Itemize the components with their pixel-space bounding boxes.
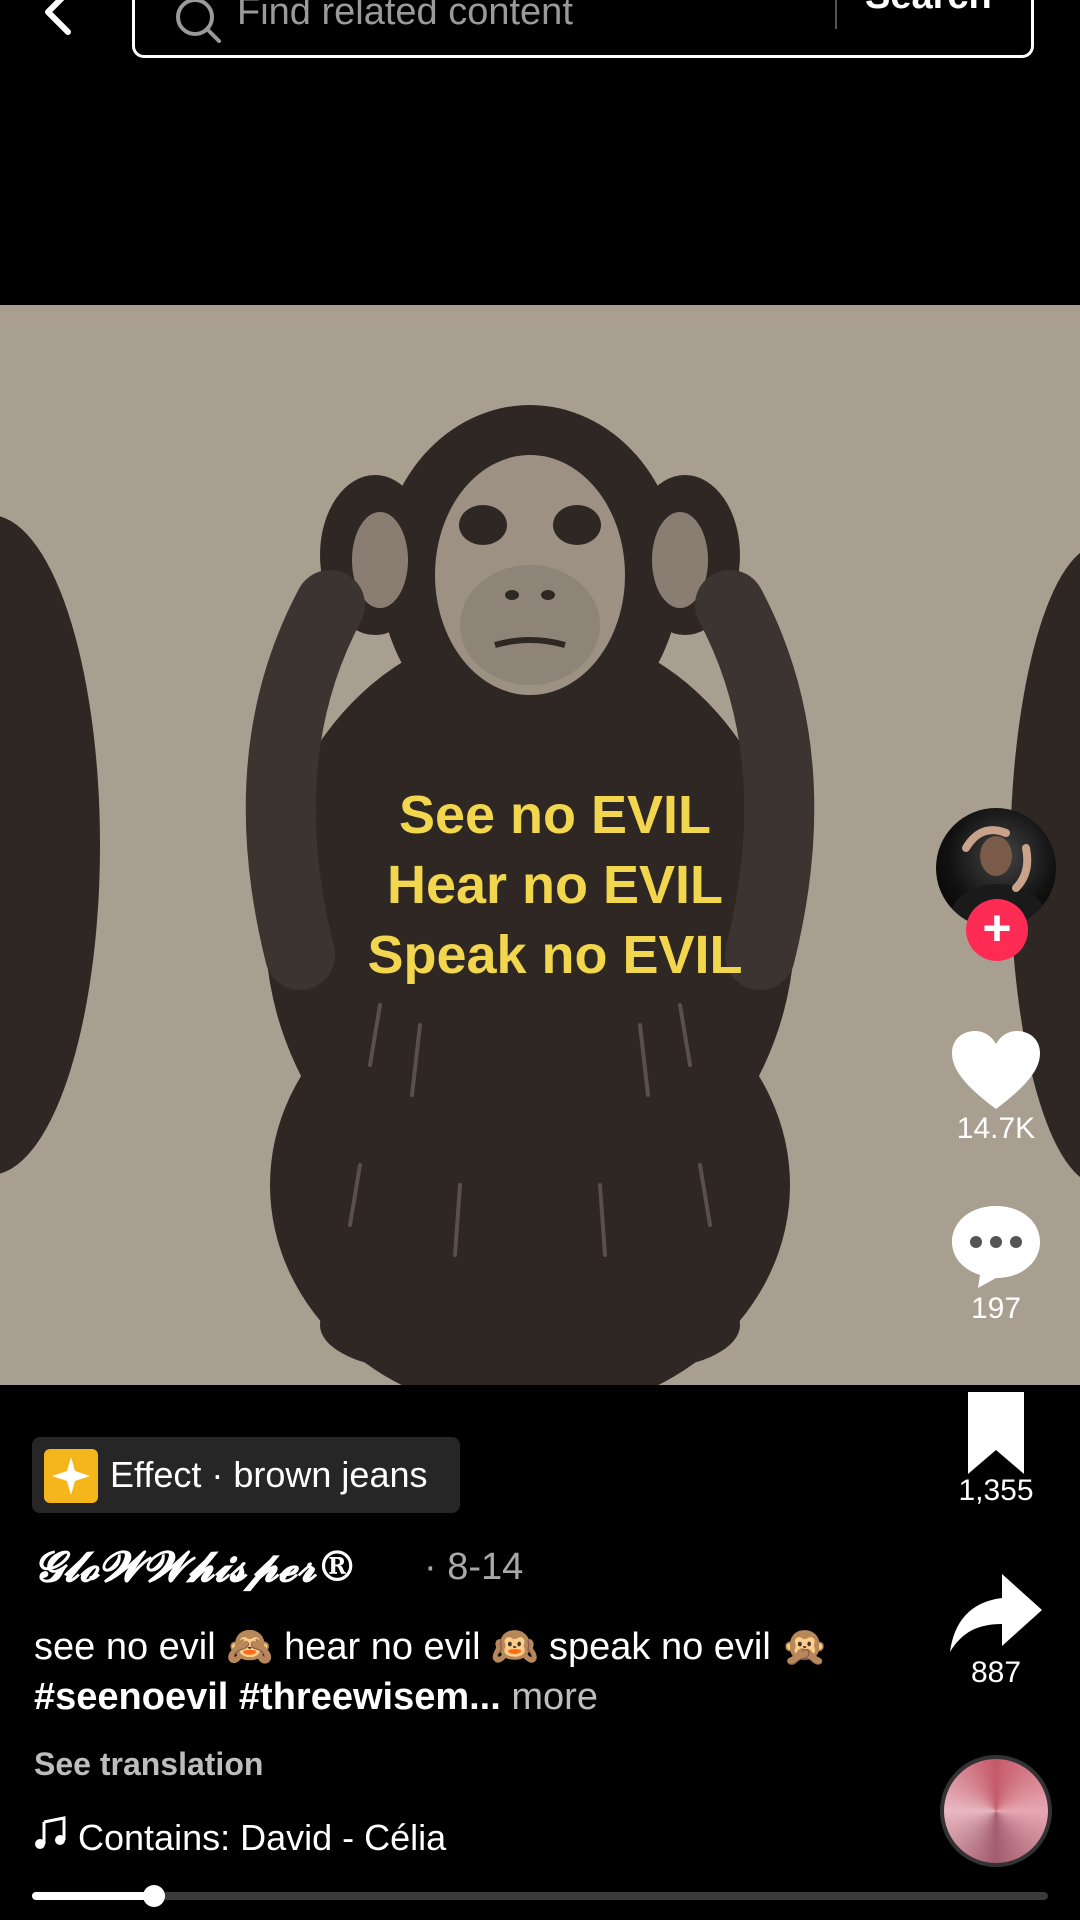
search-divider bbox=[835, 0, 837, 29]
share-count: 887 bbox=[970, 1656, 1022, 1689]
music-disc[interactable] bbox=[940, 1755, 1052, 1867]
overlay-line: Hear no EVIL bbox=[386, 855, 724, 915]
search-input[interactable] bbox=[237, 0, 937, 41]
caption[interactable]: see no evil 🙈 hear no evil 🙉 speak no ev… bbox=[34, 1622, 874, 1722]
follow-button[interactable]: + bbox=[966, 899, 1028, 961]
comment-count: 197 bbox=[970, 1292, 1022, 1325]
search-button[interactable]: Search bbox=[865, 0, 992, 18]
search-bar[interactable]: Search bbox=[132, 0, 1034, 58]
effect-chip[interactable]: Effect · brown jeans bbox=[32, 1437, 460, 1513]
effect-label: Effect · brown jeans bbox=[110, 1454, 428, 1495]
overlay-line: Speak no EVIL bbox=[367, 925, 743, 985]
music-label[interactable]: Contains: David - Célia bbox=[34, 1816, 446, 1859]
heart-icon[interactable] bbox=[944, 1025, 1048, 1115]
search-icon bbox=[176, 0, 221, 43]
effect-sparkle-icon bbox=[44, 1449, 98, 1503]
music-title: Contains: David - Célia bbox=[78, 1817, 447, 1858]
bookmark-icon[interactable] bbox=[944, 1388, 1048, 1478]
back-button[interactable] bbox=[30, 0, 90, 42]
caption-more-link[interactable]: more bbox=[511, 1676, 598, 1718]
post-date: · 8-14 bbox=[424, 1546, 524, 1588]
music-note-icon bbox=[35, 1816, 66, 1849]
caption-hashtags[interactable]: #seenoevil #threewisem... bbox=[34, 1676, 501, 1718]
progress-bar[interactable] bbox=[32, 1885, 1048, 1907]
see-translation-link[interactable]: See translation bbox=[34, 1746, 263, 1783]
share-icon[interactable] bbox=[944, 1568, 1048, 1658]
caption-text: see no evil 🙈 hear no evil 🙉 speak no ev… bbox=[34, 1626, 829, 1668]
save-count: 1,355 bbox=[958, 1474, 1034, 1507]
video-overlay-text: See no EVIL Hear no EVIL Speak no EVIL bbox=[0, 780, 1080, 990]
like-count: 14.7K bbox=[956, 1112, 1036, 1145]
author-name[interactable]: 𝓖𝓵𝓸𝓦𝓦𝓱𝓲𝓼𝓹𝓮𝓻® bbox=[34, 1542, 358, 1592]
back-arrow-icon bbox=[45, 0, 71, 35]
comment-icon[interactable] bbox=[944, 1200, 1048, 1290]
overlay-line: See no EVIL bbox=[398, 785, 712, 845]
progress-thumb[interactable] bbox=[143, 1885, 165, 1907]
progress-fill bbox=[32, 1892, 154, 1900]
